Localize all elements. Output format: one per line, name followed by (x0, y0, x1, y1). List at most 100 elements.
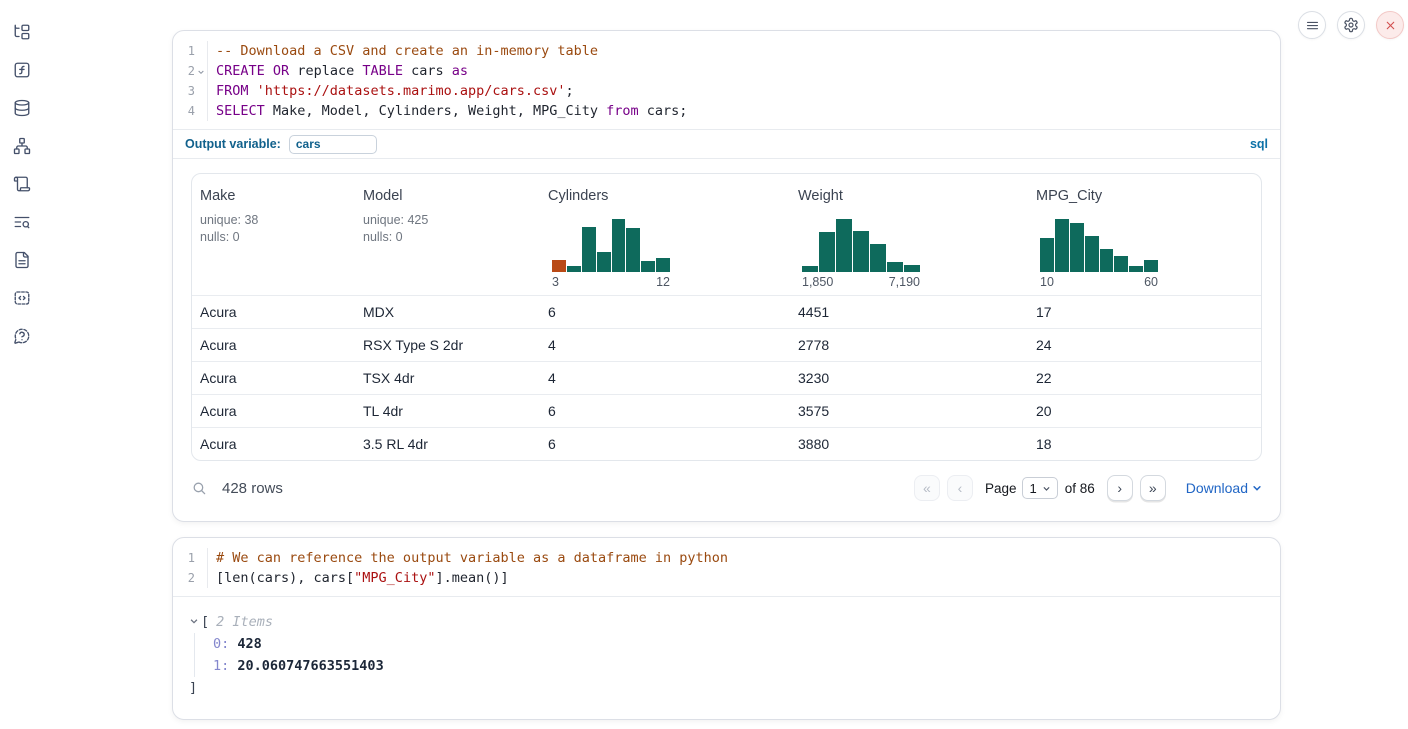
divider (173, 158, 1280, 159)
entry-value: 428 (229, 636, 262, 652)
fold-slot (195, 568, 207, 588)
hist-min-label: 1,850 (802, 275, 833, 289)
tree-entry: 1: 20.060747663551403 (213, 655, 1264, 677)
column-title: Weight (798, 188, 1020, 204)
line-number: 2 (173, 61, 195, 81)
download-label: Download (1186, 480, 1248, 496)
shutdown-button[interactable] (1376, 11, 1404, 39)
table-cell: 4 (540, 370, 790, 386)
database-icon[interactable] (12, 98, 32, 118)
python-cell: 1# We can reference the output variable … (172, 537, 1281, 720)
hist-bar (1114, 256, 1128, 272)
dependency-graph-icon[interactable] (12, 136, 32, 156)
table-row[interactable]: AcuraRSX Type S 2dr4277824 (192, 328, 1261, 361)
hist-bar (887, 262, 903, 272)
table-cell: 4451 (790, 304, 1028, 320)
code-line: 1# We can reference the output variable … (173, 548, 1280, 568)
hist-bar (853, 231, 869, 272)
table-cell: Acura (192, 370, 355, 386)
search-icon[interactable] (191, 480, 208, 497)
documentation-icon[interactable] (12, 250, 32, 270)
fold-slot (195, 548, 207, 568)
snippets-icon[interactable] (12, 288, 32, 308)
table-row[interactable]: AcuraMDX6445117 (192, 295, 1261, 328)
line-number: 1 (173, 548, 195, 568)
hist-bar (870, 244, 886, 272)
file-explorer-icon[interactable] (12, 22, 32, 42)
open-bracket: [ (201, 611, 209, 633)
table-cell: 2778 (790, 337, 1028, 353)
hist-bar (1085, 236, 1099, 272)
hist-bar (904, 265, 920, 272)
table-cell: Acura (192, 403, 355, 419)
hist-max-label: 7,190 (889, 275, 920, 289)
scratchpad-icon[interactable] (12, 174, 32, 194)
column-stat: nulls: 0 (363, 229, 532, 246)
column-header: Weight 1,850 7,190 (790, 186, 1028, 295)
column-histogram: 1060 (1040, 219, 1158, 289)
menu-button[interactable] (1298, 11, 1326, 39)
hist-bar (656, 258, 670, 272)
data-table: Makeunique: 38nulls: 0Modelunique: 425nu… (191, 173, 1262, 461)
table-row[interactable]: AcuraTL 4dr6357520 (192, 394, 1261, 427)
table-cell: Acura (192, 337, 355, 353)
python-code-editor[interactable]: 1# We can reference the output variable … (173, 538, 1280, 596)
fold-chevron-icon[interactable] (195, 61, 207, 81)
close-bracket: ] (189, 677, 1264, 699)
entry-value: 20.060747663551403 (229, 658, 383, 674)
table-cell: TL 4dr (355, 403, 540, 419)
fold-slot (195, 81, 207, 101)
column-stat: unique: 425 (363, 212, 532, 229)
table-cell: Acura (192, 436, 355, 452)
hist-min-label: 3 (552, 275, 559, 289)
column-header: Make unique: 38nulls: 0 (192, 186, 355, 295)
table-cell: 22 (1028, 370, 1261, 386)
settings-button[interactable] (1337, 11, 1365, 39)
output-variable-input[interactable] (289, 135, 377, 154)
table-cell: 6 (540, 403, 790, 419)
line-number: 1 (173, 41, 195, 61)
table-header: Makeunique: 38nulls: 0Modelunique: 425nu… (192, 174, 1261, 295)
column-title: Make (200, 188, 347, 204)
sql-code-editor[interactable]: 1-- Download a CSV and create an in-memo… (173, 31, 1280, 129)
column-header: Cylinders312 (540, 186, 790, 295)
language-badge: sql (1250, 137, 1268, 151)
column-stat: unique: 38 (200, 212, 347, 229)
table-cell: 3230 (790, 370, 1028, 386)
hist-bar (552, 260, 566, 272)
entry-key: 1: (213, 658, 229, 674)
row-count: 428 rows (222, 480, 283, 497)
fold-slot (195, 41, 207, 61)
page-select[interactable]: 1 (1022, 477, 1057, 499)
logs-search-icon[interactable] (12, 212, 32, 232)
code-line: 4SELECT Make, Model, Cylinders, Weight, … (173, 101, 1280, 121)
page-total-label: of 86 (1065, 481, 1095, 496)
hist-bar (1129, 266, 1143, 272)
variables-icon[interactable] (12, 60, 32, 80)
table-cell: 24 (1028, 337, 1261, 353)
column-stat: nulls: 0 (200, 229, 347, 246)
table-cell: 20 (1028, 403, 1261, 419)
hist-max-label: 60 (1144, 275, 1158, 289)
first-page-button[interactable]: « (914, 475, 940, 501)
hist-bar (582, 227, 596, 272)
left-sidebar (0, 0, 44, 729)
window-controls (1298, 11, 1404, 39)
line-number: 2 (173, 568, 195, 588)
last-page-button[interactable]: » (1140, 475, 1166, 501)
prev-page-button[interactable]: ‹ (947, 475, 973, 501)
help-icon[interactable] (12, 326, 32, 346)
collapse-chevron-icon[interactable] (189, 611, 201, 633)
table-row[interactable]: Acura3.5 RL 4dr6388018 (192, 427, 1261, 460)
download-button[interactable]: Download (1186, 480, 1262, 496)
table-row[interactable]: AcuraTSX 4dr4323022 (192, 361, 1261, 394)
table-cell: 3880 (790, 436, 1028, 452)
notebook-main: 1-- Download a CSV and create an in-memo… (172, 0, 1281, 720)
hist-bar (802, 266, 818, 272)
table-cell: 3.5 RL 4dr (355, 436, 540, 452)
hist-bar (819, 232, 835, 272)
table-body: AcuraMDX6445117AcuraRSX Type S 2dr427782… (192, 295, 1261, 460)
column-histogram: 312 (552, 219, 670, 289)
entry-key: 0: (213, 636, 229, 652)
next-page-button[interactable]: › (1107, 475, 1133, 501)
